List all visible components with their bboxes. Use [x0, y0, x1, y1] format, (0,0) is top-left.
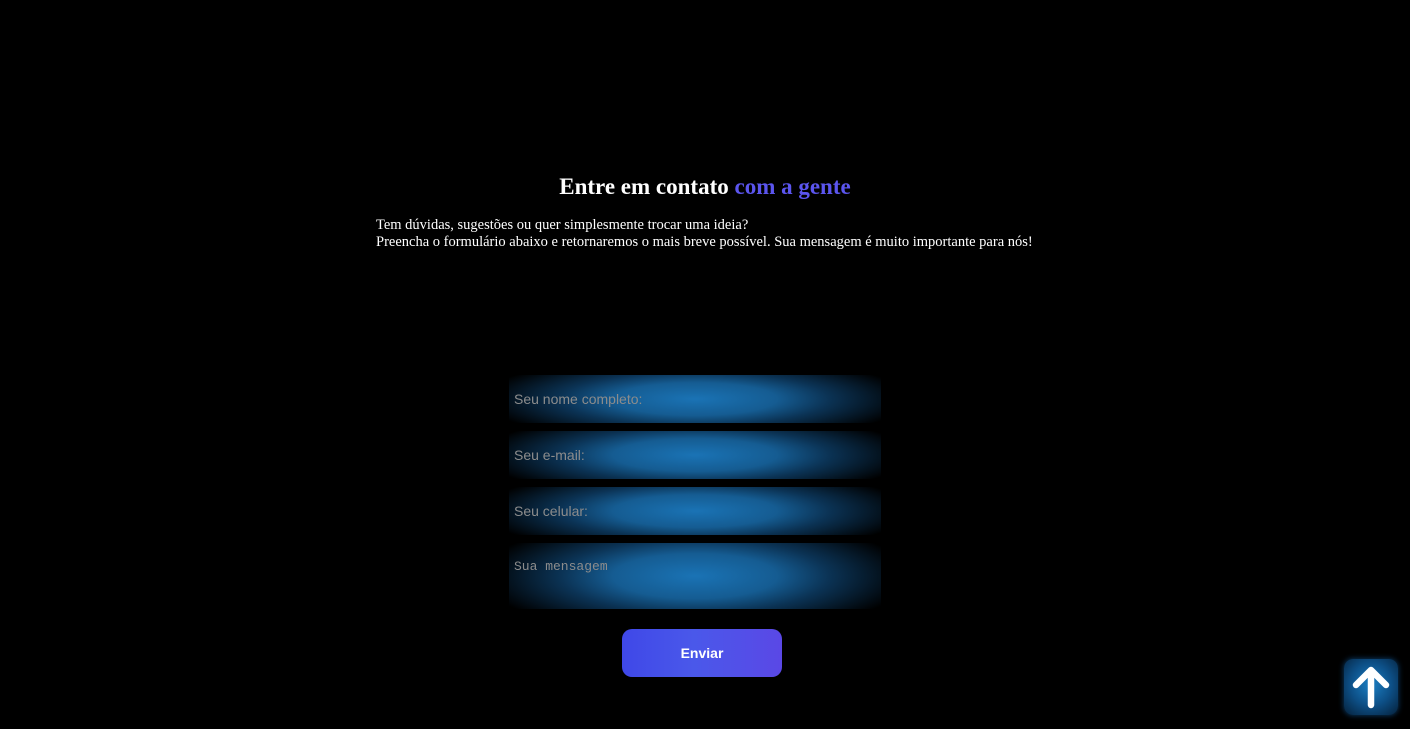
- email-input[interactable]: [509, 431, 881, 479]
- intro-text: Tem dúvidas, sugestões ou quer simplesme…: [376, 217, 1076, 251]
- intro-line-2: Preencha o formulário abaixo e retornare…: [376, 234, 1033, 250]
- intro-line-1: Tem dúvidas, sugestões ou quer simplesme…: [376, 217, 749, 233]
- page-title-main: Entre em contato: [559, 174, 729, 199]
- contact-form: [509, 375, 881, 609]
- page-title-accent: com a gente: [734, 174, 851, 199]
- phone-input[interactable]: [509, 487, 881, 535]
- back-to-top-button[interactable]: [1344, 659, 1398, 715]
- page-title: Entre em contato com a gente: [0, 173, 1410, 201]
- message-textarea[interactable]: [509, 543, 881, 609]
- submit-button[interactable]: Enviar: [622, 629, 782, 677]
- name-input[interactable]: [509, 375, 881, 423]
- arrow-up-icon: [1352, 666, 1390, 709]
